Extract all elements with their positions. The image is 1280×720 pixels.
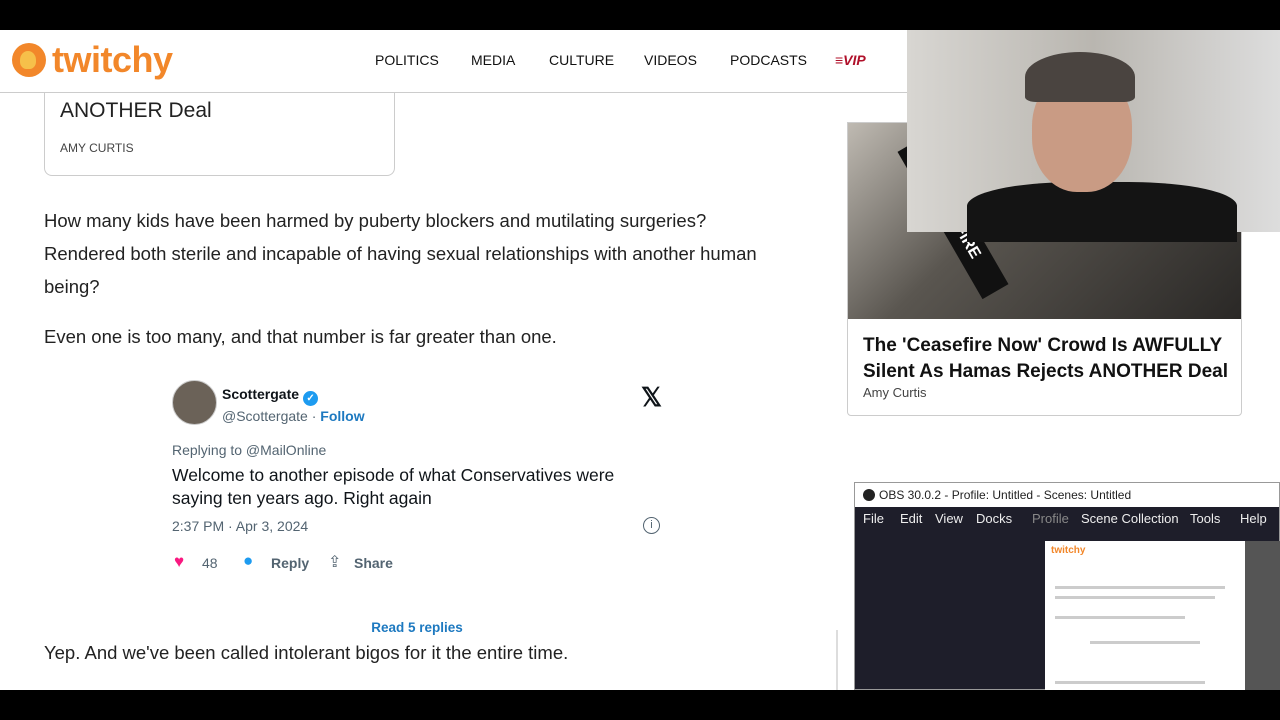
article-paragraph: Yep. And we've been called intolerant bi… — [44, 642, 569, 663]
browser-page: twitchy POLITICS MEDIA CULTURE VIDEOS PO… — [0, 30, 1280, 690]
menu-help[interactable]: Help — [1240, 511, 1267, 526]
sidebar-article-title[interactable]: The 'Ceasefire Now' Crowd Is AWFULLY Sil… — [863, 333, 1233, 385]
preview-line — [1055, 586, 1225, 589]
obs-preview: twitchy — [1045, 541, 1245, 690]
menu-tools[interactable]: Tools — [1190, 511, 1220, 526]
menu-view[interactable]: View — [935, 511, 963, 526]
verified-badge-icon: ✓ — [303, 391, 319, 406]
x-logo-icon[interactable]: 𝕏 — [641, 382, 662, 413]
tweet-handle-row: @Scottergate · Follow — [222, 408, 365, 424]
nav-politics[interactable]: POLITICS — [375, 52, 439, 68]
reply-icon[interactable]: ● — [243, 551, 253, 571]
webcam-overlay — [907, 30, 1280, 242]
heart-icon[interactable]: ♥ — [174, 552, 184, 572]
share-icon[interactable]: ⇪ — [328, 552, 341, 572]
logo-text: twitchy — [52, 39, 173, 80]
info-icon[interactable]: i — [643, 517, 660, 534]
preview-line — [1090, 641, 1200, 644]
nav-videos[interactable]: VIDEOS — [644, 52, 697, 68]
nav-vip[interactable]: ≡VIP — [835, 52, 866, 68]
separator: · — [311, 408, 317, 424]
avatar[interactable] — [172, 380, 217, 425]
menu-file[interactable]: File — [863, 511, 884, 526]
vip-label: VIP — [843, 52, 866, 68]
preview-line — [1055, 681, 1205, 684]
preview-line — [1055, 616, 1185, 619]
preview-line — [1055, 596, 1215, 599]
flag-icon: ≡ — [835, 52, 844, 68]
sidebar-article-author: Amy Curtis — [863, 385, 927, 400]
menu-profile[interactable]: Profile — [1032, 511, 1069, 526]
obs-titlebar: OBS 30.0.2 - Profile: Untitled - Scenes:… — [855, 483, 1279, 507]
nav-culture[interactable]: CULTURE — [549, 52, 614, 68]
scrollbar[interactable] — [836, 630, 838, 690]
tweet-date[interactable]: 2:37 PM · Apr 3, 2024 — [172, 518, 308, 534]
menu-edit[interactable]: Edit — [900, 511, 922, 526]
nav-podcasts[interactable]: PODCASTS — [730, 52, 807, 68]
like-count: 48 — [202, 555, 218, 571]
site-header: twitchy POLITICS MEDIA CULTURE VIDEOS PO… — [0, 30, 907, 93]
person-body — [967, 182, 1237, 242]
cap — [1025, 52, 1135, 102]
handle[interactable]: @Scottergate — [222, 408, 308, 424]
twitchy-logo[interactable]: twitchy — [12, 42, 173, 78]
read-replies-link[interactable]: Read 5 replies — [172, 620, 662, 635]
card-title: ANOTHER Deal — [60, 99, 212, 122]
related-article-card[interactable]: ANOTHER Deal AMY CURTIS — [44, 93, 395, 176]
card-author: AMY CURTIS — [60, 141, 134, 155]
tweet-author[interactable]: Scottergate ✓ — [222, 386, 319, 406]
obs-window: OBS 30.0.2 - Profile: Untitled - Scenes:… — [854, 482, 1280, 690]
article-paragraph: How many kids have been harmed by pubert… — [44, 210, 757, 297]
follow-button[interactable]: Follow — [320, 408, 364, 424]
share-button[interactable]: Share — [354, 555, 393, 571]
reply-button[interactable]: Reply — [271, 555, 309, 571]
menu-docks[interactable]: Docks — [976, 511, 1012, 526]
author-name: Scottergate — [222, 386, 300, 402]
tweet-text: Welcome to another episode of what Conse… — [172, 465, 615, 508]
obs-preview-side — [1245, 541, 1280, 690]
article-paragraph: Even one is too many, and that number is… — [44, 326, 557, 347]
obs-logo-icon — [863, 489, 875, 501]
obs-menubar: File Edit View Docks Profile Scene Colle… — [855, 507, 1279, 531]
preview-logo: twitchy — [1051, 545, 1086, 556]
replying-to[interactable]: Replying to @MailOnline — [172, 442, 326, 458]
bird-logo-icon — [12, 43, 46, 77]
obs-title: OBS 30.0.2 - Profile: Untitled - Scenes:… — [879, 488, 1132, 502]
nav-media[interactable]: MEDIA — [471, 52, 515, 68]
menu-scene-collection[interactable]: Scene Collection — [1081, 511, 1179, 526]
